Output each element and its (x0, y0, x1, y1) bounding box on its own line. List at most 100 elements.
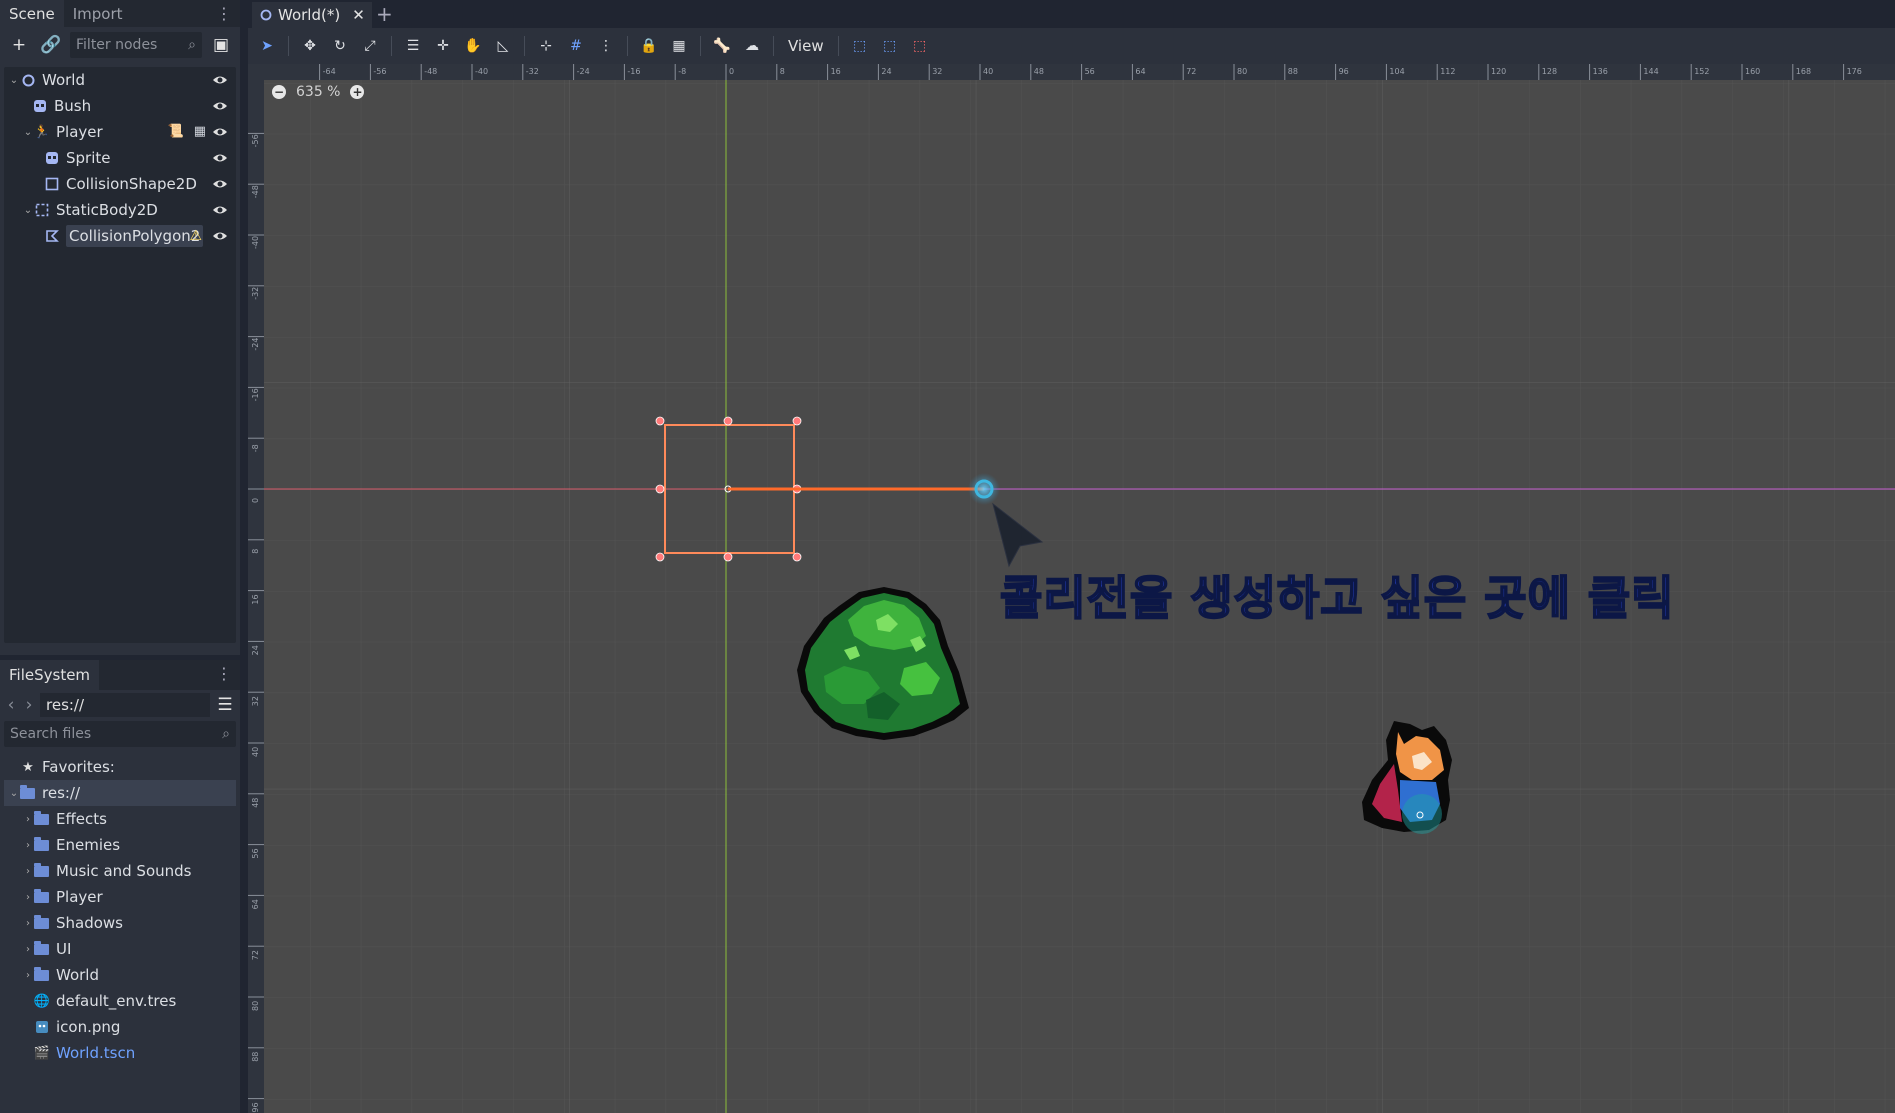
eye-visibility-icon[interactable] (212, 98, 228, 114)
create-points-icon[interactable]: ⬚ (847, 33, 873, 59)
eye-visibility-icon[interactable] (212, 228, 228, 244)
tree-node-bush[interactable]: Bush (4, 93, 236, 119)
ruler-label: 64 (251, 899, 260, 909)
ruler-label: 80 (251, 1001, 260, 1011)
tab-filesystem[interactable]: FileSystem (0, 660, 100, 690)
rotate-tool-icon[interactable]: ↻ (327, 33, 353, 59)
attach-script-icon[interactable]: ▣ (208, 32, 234, 58)
script-icon[interactable]: 📜 (168, 124, 184, 139)
dock-menu-icon[interactable]: ⋮ (216, 4, 232, 23)
dock-menu-icon[interactable]: ⋮ (216, 664, 232, 683)
ruler-label: -40 (475, 67, 488, 76)
scale-tool-icon[interactable]: ⤢ (357, 33, 383, 59)
forward-icon[interactable]: › (22, 692, 36, 718)
search-files-input[interactable]: Search files ⌕ (4, 721, 236, 747)
skeleton-bone-icon[interactable]: 🦴 (709, 33, 735, 59)
filter-nodes-input[interactable]: Filter nodes ⌕ (70, 32, 202, 58)
eye-visibility-icon[interactable] (212, 124, 228, 140)
environment-icon: 🌐 (33, 993, 51, 1009)
tree-node-sprite[interactable]: Sprite (4, 145, 236, 171)
player-shadow (1402, 794, 1442, 834)
separator (524, 36, 525, 56)
tree-node-collisionpolygon2d[interactable]: CollisionPolygon2 ⚠ (4, 223, 236, 249)
folder-item-root[interactable]: ⌄ res:// (4, 780, 236, 806)
chevron-right-icon[interactable]: › (22, 970, 34, 981)
warning-icon[interactable]: ⚠ (189, 228, 202, 244)
chevron-down-icon[interactable]: ⌄ (22, 205, 34, 216)
chevron-down-icon[interactable]: ⌄ (8, 75, 20, 86)
snap-options-icon[interactable]: ⋮ (593, 33, 619, 59)
tree-node-player[interactable]: ⌄ 🏃 Player 📜 ▦ (4, 119, 236, 145)
folder-item-world[interactable]: › World (4, 962, 236, 988)
eye-visibility-icon[interactable] (212, 202, 228, 218)
zoom-in-icon[interactable]: + (350, 85, 365, 99)
chevron-down-icon[interactable]: ⌄ (8, 788, 20, 799)
file-label: default_env.tres (56, 992, 177, 1010)
scene-toolbar: + 🔗 Filter nodes ⌕ ▣ (0, 27, 240, 63)
favorites-item[interactable]: ★ Favorites: (4, 754, 236, 780)
group-icon[interactable]: ▦ (194, 124, 206, 139)
ruler-label: 128 (1542, 67, 1557, 76)
close-icon[interactable]: ✕ (352, 6, 365, 24)
search-files-placeholder: Search files (10, 726, 92, 742)
chevron-right-icon[interactable]: › (22, 918, 34, 929)
path-field[interactable]: res:// (40, 693, 210, 717)
chevron-right-icon[interactable]: › (22, 944, 34, 955)
ruler-label: 96 (251, 1102, 260, 1112)
tree-node-collisionshape2d[interactable]: CollisionShape2D (4, 171, 236, 197)
pan-tool-icon[interactable]: ✋ (460, 33, 486, 59)
folder-item-ui[interactable]: › UI (4, 936, 236, 962)
separator (837, 36, 839, 56)
eye-visibility-icon[interactable] (212, 150, 228, 166)
edit-points-icon[interactable]: ⬚ (877, 33, 903, 59)
file-label: World.tscn (56, 1044, 136, 1062)
group-icon[interactable]: ▦ (666, 33, 692, 59)
eye-visibility-icon[interactable] (212, 72, 228, 88)
tree-node-staticbody2d[interactable]: ⌄ StaticBody2D (4, 197, 236, 223)
back-icon[interactable]: ‹ (4, 692, 18, 718)
filesystem-dock: FileSystem ⋮ ‹ › res:// ☰ Search files ⌕… (0, 660, 240, 1113)
ruler-label: -56 (373, 67, 386, 76)
eye-visibility-icon[interactable] (212, 176, 228, 192)
ruler-label: 48 (251, 798, 260, 808)
folder-item-effects[interactable]: › Effects (4, 806, 236, 832)
grid-snap-icon[interactable]: # (563, 33, 589, 59)
lock-icon[interactable]: 🔒 (636, 33, 662, 59)
tab-import[interactable]: Import (64, 0, 132, 27)
add-tab-icon[interactable]: + (376, 2, 393, 26)
folder-item-shadows[interactable]: › Shadows (4, 910, 236, 936)
pivot-tool-icon[interactable]: ✛ (430, 33, 456, 59)
instance-link-icon[interactable]: 🔗 (38, 32, 64, 58)
folder-item-player[interactable]: › Player (4, 884, 236, 910)
chevron-right-icon[interactable]: › (22, 814, 34, 825)
tree-node-world[interactable]: ⌄ World (4, 67, 236, 93)
file-item-icon-png[interactable]: icon.png (4, 1014, 236, 1040)
smart-snap-icon[interactable]: ⊹ (533, 33, 559, 59)
ruler-label: 32 (251, 696, 260, 706)
zoom-level[interactable]: 635 % (296, 84, 340, 100)
search-icon: ⌕ (188, 37, 196, 53)
list-select-icon[interactable]: ☰ (400, 33, 426, 59)
tab-world-scene[interactable]: World(*) ✕ (252, 2, 372, 28)
folder-item-music[interactable]: › Music and Sounds (4, 858, 236, 884)
move-tool-icon[interactable]: ✥ (297, 33, 323, 59)
file-item-world-tscn[interactable]: 🎬 World.tscn (4, 1040, 236, 1066)
tab-scene[interactable]: Scene (0, 0, 64, 27)
chevron-right-icon[interactable]: › (22, 866, 34, 877)
chevron-right-icon[interactable]: › (22, 892, 34, 903)
add-node-icon[interactable]: + (6, 32, 32, 58)
delete-points-icon[interactable]: ⬚ (907, 33, 933, 59)
canvas-viewport[interactable]: -64 -56 -48 -40 -32 -24 -16 -8 0 8 16 24 32 40 48 56 64 7… (248, 64, 1895, 1113)
chevron-right-icon[interactable]: › (22, 840, 34, 851)
view-menu[interactable]: View (782, 37, 830, 55)
folder-item-enemies[interactable]: › Enemies (4, 832, 236, 858)
camera-icon[interactable]: ☁ (739, 33, 765, 59)
ruler-label: -64 (323, 67, 336, 76)
ruler-tool-icon[interactable]: ◺ (490, 33, 516, 59)
split-mode-icon[interactable]: ☰ (214, 692, 236, 718)
zoom-out-icon[interactable]: − (272, 85, 286, 99)
select-tool-icon[interactable]: ➤ (254, 33, 280, 59)
click-point-marker[interactable] (968, 473, 1000, 505)
file-item-default-env[interactable]: 🌐 default_env.tres (4, 988, 236, 1014)
chevron-down-icon[interactable]: ⌄ (22, 127, 34, 138)
